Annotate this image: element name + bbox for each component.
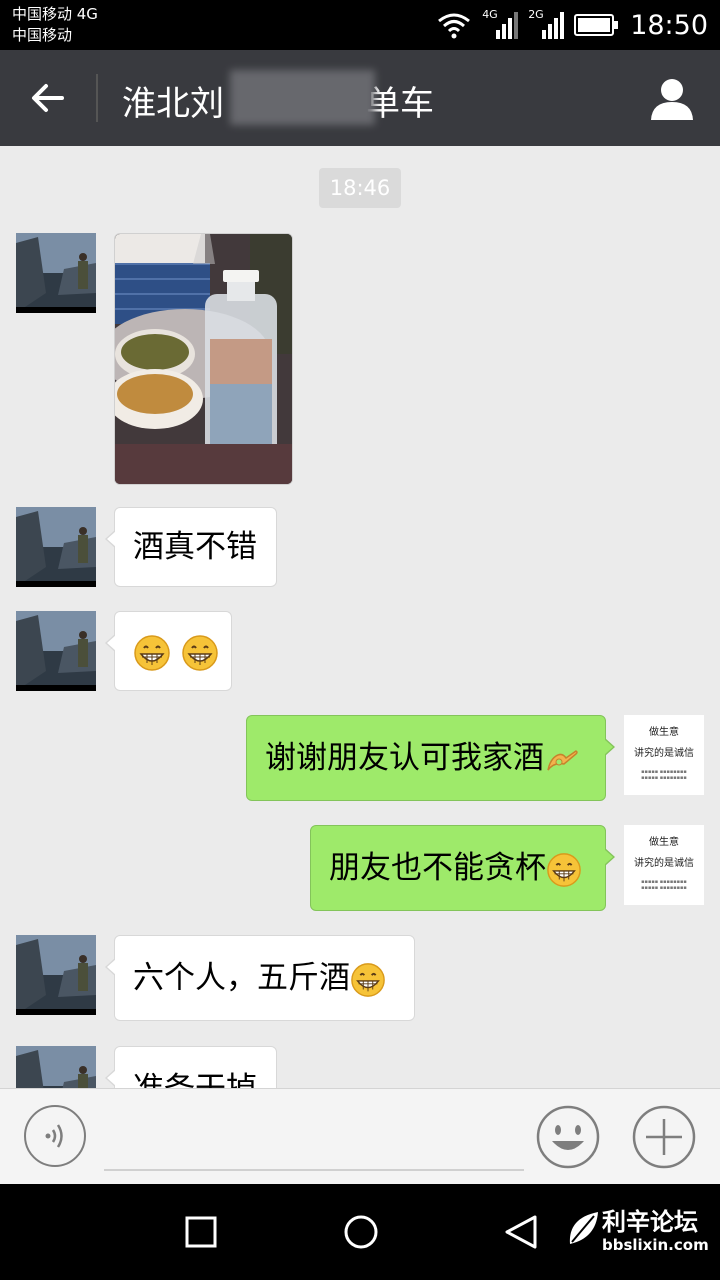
message-text: 酒真不错 <box>133 529 257 565</box>
ok-hand-icon <box>547 749 578 770</box>
message-text: 朋友也不能贪杯 <box>329 850 546 886</box>
system-nav-bar: 利辛论坛 bbslixin.com <box>0 1184 720 1280</box>
header-divider <box>96 74 98 122</box>
carrier-secondary: 中国移动 <box>12 26 73 44</box>
message-bubble-out[interactable]: 谢谢朋友认可我家酒 <box>246 715 615 801</box>
message-text: 六个人，五斤酒 <box>133 960 350 996</box>
back-arrow-icon[interactable] <box>24 74 72 122</box>
grin-emoji-icon <box>351 962 385 997</box>
contact-avatar[interactable] <box>16 507 96 587</box>
shared-photo[interactable] <box>114 233 293 485</box>
message-bubble-in[interactable] <box>105 611 232 691</box>
contact-avatar[interactable] <box>16 1046 96 1088</box>
input-bar <box>0 1088 720 1185</box>
message-bubble-in[interactable]: 酒真不错 <box>105 507 277 587</box>
avatar-fine-print: ▪▪▪▪▪ ▪▪▪▪▪▪▪▪ ▪▪▪▪▪ ▪▪▪▪▪▪▪▪ <box>641 879 687 891</box>
grin-emoji-icon <box>547 852 581 887</box>
message-input[interactable] <box>104 1119 524 1171</box>
carrier-primary: 中国移动 4G <box>12 5 98 23</box>
signal-4g-icon: 4G <box>482 8 519 40</box>
wifi-icon <box>438 13 471 39</box>
home-icon[interactable] <box>343 1214 379 1250</box>
profile-icon[interactable] <box>648 74 696 122</box>
voice-icon <box>45 1124 63 1148</box>
avatar-fine-print: ▪▪▪▪▪ ▪▪▪▪▪▪▪▪ ▪▪▪▪▪ ▪▪▪▪▪▪▪▪ <box>641 769 687 781</box>
voice-button[interactable] <box>24 1105 86 1167</box>
my-avatar[interactable]: 做生意 讲究的是诚信 ▪▪▪▪▪ ▪▪▪▪▪▪▪▪ ▪▪▪▪▪ ▪▪▪▪▪▪▪▪ <box>624 715 704 795</box>
grin-emoji-icon <box>182 634 218 671</box>
message-bubble-out[interactable]: 朋友也不能贪杯 <box>310 825 615 911</box>
plus-icon[interactable] <box>632 1105 696 1169</box>
watermark-logo: 利辛论坛 bbslixin.com <box>566 1198 716 1268</box>
grin-emoji-icon <box>134 634 170 671</box>
clock: 18:50 <box>630 9 708 41</box>
contact-avatar[interactable] <box>16 935 96 1015</box>
nav-back-icon[interactable] <box>503 1214 539 1250</box>
battery-icon <box>574 14 619 36</box>
contact-avatar[interactable] <box>16 233 96 313</box>
my-avatar[interactable]: 做生意 讲究的是诚信 ▪▪▪▪▪ ▪▪▪▪▪▪▪▪ ▪▪▪▪▪ ▪▪▪▪▪▪▪▪ <box>624 825 704 905</box>
status-bar: 中国移动 4G 中国移动 4G 2G 18:50 <box>0 0 720 50</box>
status-icons: 4G 2G 18:50 <box>436 8 708 42</box>
message-bubble-in[interactable]: 准备干掉 <box>105 1046 277 1088</box>
chat-messages[interactable]: 18:46 酒真不错 谢谢朋友认可我家酒 做生意 讲究的是诚信 ▪▪▪▪▪ ▪▪… <box>0 146 720 1088</box>
recent-apps-icon[interactable] <box>185 1216 217 1248</box>
signal-2g-icon: 2G <box>528 8 565 40</box>
chat-header: 淮北刘 单车 <box>0 50 720 146</box>
timestamp-badge: 18:46 <box>319 168 401 208</box>
message-bubble-in[interactable]: 六个人，五斤酒 <box>105 935 415 1021</box>
message-text: 准备干掉 <box>133 1071 257 1088</box>
watermark-leaf-icon <box>569 1212 598 1244</box>
contact-avatar[interactable] <box>16 611 96 691</box>
emoji-icon[interactable] <box>536 1105 600 1169</box>
redacted-name-blur <box>230 70 375 125</box>
message-text: 谢谢朋友认可我家酒 <box>265 740 544 776</box>
